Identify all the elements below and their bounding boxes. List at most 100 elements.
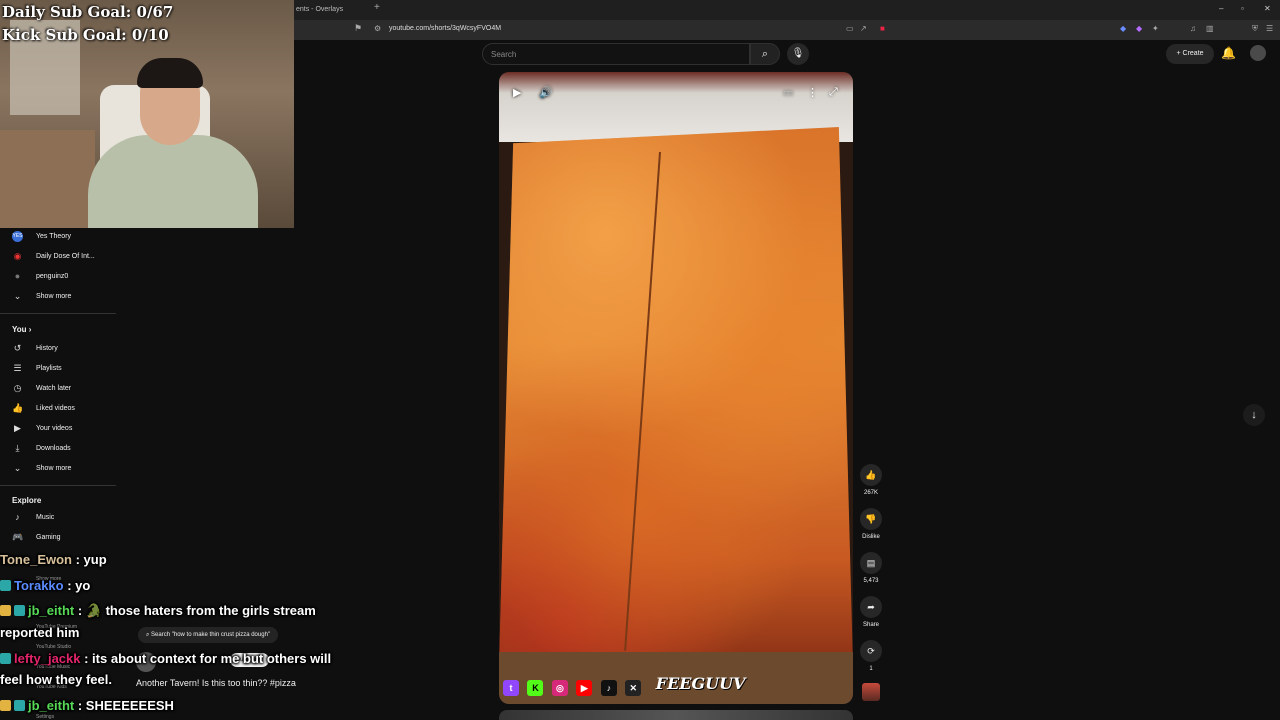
play-icon[interactable]: ▶ xyxy=(513,86,521,99)
remix-action[interactable]: ⟳ 1 xyxy=(860,640,882,672)
music-icon: ♪ xyxy=(15,512,20,522)
shorts-video-player[interactable]: ▶ 🔊 ▭ ⋮ ⤢ t K ◎ ▶ ♪ ✕ FEEGUUV xyxy=(499,72,853,704)
fullscreen-icon[interactable]: ⤢ xyxy=(829,86,838,99)
sidebar-divider xyxy=(0,313,116,314)
thumbs-up-icon[interactable]: 👍 xyxy=(860,464,882,486)
minimize-button[interactable]: – xyxy=(1219,4,1223,13)
chevron-right-icon: › xyxy=(28,325,32,334)
sidebar-item-label: Music xyxy=(36,514,55,521)
sub-badge-icon xyxy=(0,653,11,664)
clock-icon: ◷ xyxy=(13,383,22,393)
play-icon: ▶ xyxy=(14,423,21,433)
share-icon[interactable]: ➦ xyxy=(860,596,882,618)
shield-icon[interactable]: ⛨ xyxy=(1252,24,1258,34)
sidebar-item-label: Daily Dose Of Int... xyxy=(36,253,95,260)
sidebar-item-label: Watch later xyxy=(36,385,72,392)
close-window-button[interactable]: ✕ xyxy=(1264,4,1271,13)
thumbs-down-icon[interactable]: 👎 xyxy=(860,508,882,530)
sidebar-item-watch-later[interactable]: ◷ Watch later xyxy=(0,380,120,398)
sidebar-item-daily-dose[interactable]: ◉ Daily Dose Of Int... xyxy=(0,248,120,266)
chat-username: Torakko xyxy=(14,578,64,593)
kick-sub-goal: Kick Sub Goal: 0/10 xyxy=(2,26,169,44)
sidepanel-icon[interactable]: ▥ xyxy=(1206,24,1214,33)
youtube-icon: ▶ xyxy=(576,680,593,696)
sidebar-item-history[interactable]: ↺ History xyxy=(0,340,120,358)
sidebar-item-penguinz0[interactable]: ● penguinz0 xyxy=(0,268,120,286)
voice-search-button[interactable]: 🎙 xyxy=(787,43,809,65)
remix-icon[interactable]: ⟳ xyxy=(860,640,882,662)
sub-badge-icon xyxy=(0,605,11,616)
new-tab-button[interactable]: + xyxy=(374,2,380,13)
menu-icon[interactable]: ☰ xyxy=(1266,24,1273,33)
create-label: Create xyxy=(1182,50,1204,57)
share-label: Share xyxy=(862,622,879,628)
playlists-icon: ☰ xyxy=(13,363,22,373)
search-input[interactable]: Search xyxy=(482,43,750,65)
arrow-down-icon: ↓ xyxy=(1251,409,1257,421)
url-field[interactable]: youtube.com/shorts/3qWcsyFVO4M xyxy=(389,25,501,32)
channel-avatar-icon: YES xyxy=(12,231,23,242)
sidebar-item-music[interactable]: ♪ Music xyxy=(0,509,120,527)
sidebar-item-your-videos[interactable]: ▶ Your videos xyxy=(0,420,120,438)
chat-text: : yo xyxy=(63,578,91,593)
show-more-subscriptions[interactable]: ⌄ Show more xyxy=(0,288,120,306)
tiktok-icon: ♪ xyxy=(600,680,617,696)
page-action-icon[interactable]: ▭ xyxy=(846,24,854,33)
media-icon[interactable]: ♫ xyxy=(1190,24,1196,33)
webcam-streamer-hair xyxy=(137,58,203,88)
extension-icon[interactable]: ■ xyxy=(880,24,885,33)
sidebar-item-playlists[interactable]: ☰ Playlists xyxy=(0,360,120,378)
next-video-button[interactable]: ↓ xyxy=(1243,404,1265,426)
sidebar-item-label: Liked videos xyxy=(36,405,75,412)
create-button[interactable]: + Create xyxy=(1166,44,1214,64)
avatar[interactable] xyxy=(1250,45,1266,61)
next-short-preview[interactable] xyxy=(499,710,853,720)
sub-badge-icon xyxy=(0,580,11,591)
webcam-feed: Daily Sub Goal: 0/67 Kick Sub Goal: 0/10 xyxy=(0,0,294,228)
chevron-down-icon: ⌄ xyxy=(13,291,22,301)
search-button[interactable]: ⌕ xyxy=(750,43,780,65)
chat-username: lefty_jackk xyxy=(14,651,81,666)
x-icon: ✕ xyxy=(625,680,642,696)
chat-text: : 🐊 those haters from the girls stream xyxy=(74,603,316,618)
sidebar-item-downloads[interactable]: ⤓ Downloads xyxy=(0,440,120,458)
sidebar-heading-you[interactable]: You › xyxy=(12,325,31,334)
chat-message-continued: reported him xyxy=(0,625,80,640)
chat-message-continued: feel how they feel. xyxy=(0,672,112,687)
sidebar-item-yes-theory[interactable]: YES Yes Theory xyxy=(0,228,120,246)
download-icon: ⤓ xyxy=(15,443,20,453)
dislike-action[interactable]: 👎 Dislike xyxy=(860,508,882,540)
channel-avatar-icon: ◉ xyxy=(13,251,22,261)
more-options-icon[interactable]: ⋮ xyxy=(807,86,818,99)
site-info-icon[interactable]: ⚙ xyxy=(374,24,381,33)
maximize-button[interactable]: ▫ xyxy=(1241,4,1244,13)
channel-avatar-icon: ● xyxy=(14,271,21,281)
browser-tab[interactable]: ents - Overlays xyxy=(296,3,343,17)
show-more-you[interactable]: ⌄ Show more xyxy=(0,460,120,478)
sound-thumbnail[interactable] xyxy=(862,683,880,701)
sidebar-item-gaming[interactable]: 🎮 Gaming xyxy=(0,529,120,547)
extensions-icon[interactable]: ✦ xyxy=(1152,24,1159,33)
show-more-label: Show more xyxy=(36,293,72,300)
chat-text: : its about context for me but others wi… xyxy=(80,651,332,666)
search-placeholder: Search xyxy=(491,50,517,59)
comments-action[interactable]: ▤ 5,473 xyxy=(860,552,882,584)
share-icon[interactable]: ↗ xyxy=(860,24,867,33)
volume-icon[interactable]: 🔊 xyxy=(539,86,553,99)
like-action[interactable]: 👍 267K xyxy=(860,464,882,496)
sidebar-item-label: Your videos xyxy=(36,425,73,432)
notifications-bell-icon[interactable]: 🔔 xyxy=(1221,46,1236,60)
extension-icon[interactable]: ◆ xyxy=(1120,24,1126,33)
sidebar-item-label: Playlists xyxy=(36,365,62,372)
webcam-streamer-body xyxy=(88,135,258,228)
extension-icon[interactable]: ◆ xyxy=(1136,24,1142,33)
sidebar-item-liked-videos[interactable]: 👍 Liked videos xyxy=(0,400,120,418)
share-action[interactable]: ➦ Share xyxy=(860,596,882,628)
show-more-label: Show more xyxy=(36,465,72,472)
comment-icon[interactable]: ▤ xyxy=(860,552,882,574)
chat-username: jb_eitht xyxy=(28,698,75,713)
bookmark-icon[interactable]: ⚑ xyxy=(354,23,362,34)
captions-icon[interactable]: ▭ xyxy=(783,86,793,99)
sidebar-item-label: Downloads xyxy=(36,445,71,452)
sidebar-item-label: YouTube Studio xyxy=(36,644,72,650)
